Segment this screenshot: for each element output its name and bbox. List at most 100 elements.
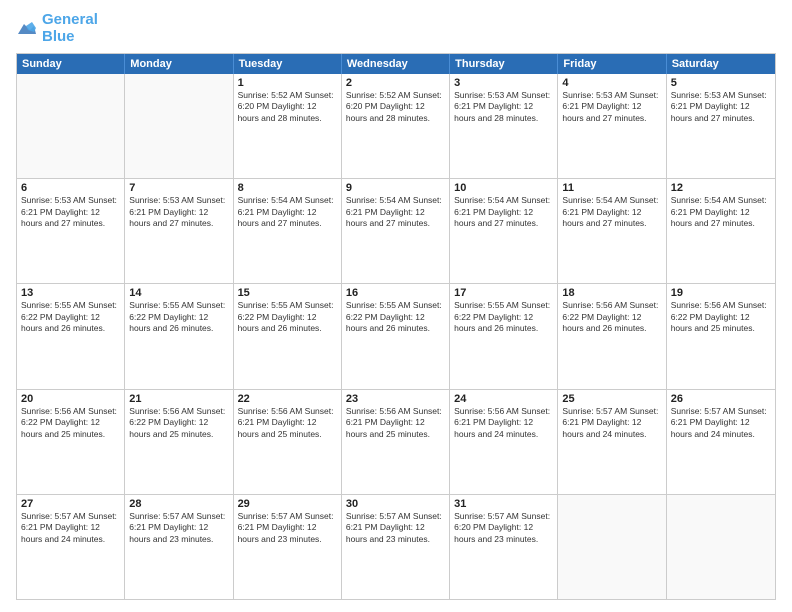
- day-info: Sunrise: 5:53 AM Sunset: 6:21 PM Dayligh…: [454, 90, 553, 124]
- day-number: 29: [238, 498, 337, 510]
- day-info: Sunrise: 5:55 AM Sunset: 6:22 PM Dayligh…: [21, 300, 120, 334]
- calendar-cell: 9Sunrise: 5:54 AM Sunset: 6:21 PM Daylig…: [342, 179, 450, 283]
- day-info: Sunrise: 5:52 AM Sunset: 6:20 PM Dayligh…: [346, 90, 445, 124]
- day-number: 28: [129, 498, 228, 510]
- calendar-cell: 14Sunrise: 5:55 AM Sunset: 6:22 PM Dayli…: [125, 284, 233, 388]
- day-info: Sunrise: 5:53 AM Sunset: 6:21 PM Dayligh…: [671, 90, 771, 124]
- day-number: 26: [671, 393, 771, 405]
- calendar-cell: 15Sunrise: 5:55 AM Sunset: 6:22 PM Dayli…: [234, 284, 342, 388]
- calendar-cell: 6Sunrise: 5:53 AM Sunset: 6:21 PM Daylig…: [17, 179, 125, 283]
- day-number: 17: [454, 287, 553, 299]
- calendar-cell: 30Sunrise: 5:57 AM Sunset: 6:21 PM Dayli…: [342, 495, 450, 599]
- day-number: 31: [454, 498, 553, 510]
- calendar-week-1: 1Sunrise: 5:52 AM Sunset: 6:20 PM Daylig…: [17, 74, 775, 178]
- day-info: Sunrise: 5:54 AM Sunset: 6:21 PM Dayligh…: [346, 195, 445, 229]
- day-info: Sunrise: 5:57 AM Sunset: 6:21 PM Dayligh…: [238, 511, 337, 545]
- calendar-cell: 18Sunrise: 5:56 AM Sunset: 6:22 PM Dayli…: [558, 284, 666, 388]
- calendar-cell: 17Sunrise: 5:55 AM Sunset: 6:22 PM Dayli…: [450, 284, 558, 388]
- calendar-week-4: 20Sunrise: 5:56 AM Sunset: 6:22 PM Dayli…: [17, 389, 775, 494]
- day-info: Sunrise: 5:53 AM Sunset: 6:21 PM Dayligh…: [562, 90, 661, 124]
- day-info: Sunrise: 5:56 AM Sunset: 6:22 PM Dayligh…: [21, 406, 120, 440]
- calendar-cell: 16Sunrise: 5:55 AM Sunset: 6:22 PM Dayli…: [342, 284, 450, 388]
- calendar-week-2: 6Sunrise: 5:53 AM Sunset: 6:21 PM Daylig…: [17, 178, 775, 283]
- day-number: 30: [346, 498, 445, 510]
- day-info: Sunrise: 5:56 AM Sunset: 6:22 PM Dayligh…: [129, 406, 228, 440]
- day-number: 18: [562, 287, 661, 299]
- day-number: 23: [346, 393, 445, 405]
- header-day-monday: Monday: [125, 54, 233, 74]
- calendar-cell: 13Sunrise: 5:55 AM Sunset: 6:22 PM Dayli…: [17, 284, 125, 388]
- day-info: Sunrise: 5:55 AM Sunset: 6:22 PM Dayligh…: [454, 300, 553, 334]
- calendar-week-5: 27Sunrise: 5:57 AM Sunset: 6:21 PM Dayli…: [17, 494, 775, 599]
- page-header: GeneralBlue: [16, 12, 776, 45]
- day-number: 10: [454, 182, 553, 194]
- day-info: Sunrise: 5:53 AM Sunset: 6:21 PM Dayligh…: [129, 195, 228, 229]
- day-number: 22: [238, 393, 337, 405]
- header-day-friday: Friday: [558, 54, 666, 74]
- day-info: Sunrise: 5:55 AM Sunset: 6:22 PM Dayligh…: [346, 300, 445, 334]
- day-number: 11: [562, 182, 661, 194]
- day-info: Sunrise: 5:56 AM Sunset: 6:22 PM Dayligh…: [562, 300, 661, 334]
- day-info: Sunrise: 5:54 AM Sunset: 6:21 PM Dayligh…: [238, 195, 337, 229]
- logo-icon: [16, 20, 38, 38]
- day-number: 21: [129, 393, 228, 405]
- header-day-saturday: Saturday: [667, 54, 775, 74]
- calendar-cell: 24Sunrise: 5:56 AM Sunset: 6:21 PM Dayli…: [450, 390, 558, 494]
- day-number: 7: [129, 182, 228, 194]
- day-number: 2: [346, 77, 445, 89]
- day-info: Sunrise: 5:56 AM Sunset: 6:21 PM Dayligh…: [454, 406, 553, 440]
- calendar-cell: [17, 74, 125, 178]
- calendar-cell: 28Sunrise: 5:57 AM Sunset: 6:21 PM Dayli…: [125, 495, 233, 599]
- calendar-cell: [125, 74, 233, 178]
- day-info: Sunrise: 5:56 AM Sunset: 6:21 PM Dayligh…: [346, 406, 445, 440]
- day-number: 9: [346, 182, 445, 194]
- day-info: Sunrise: 5:57 AM Sunset: 6:21 PM Dayligh…: [346, 511, 445, 545]
- day-info: Sunrise: 5:56 AM Sunset: 6:21 PM Dayligh…: [238, 406, 337, 440]
- day-number: 25: [562, 393, 661, 405]
- day-info: Sunrise: 5:57 AM Sunset: 6:21 PM Dayligh…: [671, 406, 771, 440]
- day-number: 13: [21, 287, 120, 299]
- calendar: SundayMondayTuesdayWednesdayThursdayFrid…: [16, 53, 776, 600]
- day-info: Sunrise: 5:52 AM Sunset: 6:20 PM Dayligh…: [238, 90, 337, 124]
- day-number: 6: [21, 182, 120, 194]
- day-info: Sunrise: 5:57 AM Sunset: 6:20 PM Dayligh…: [454, 511, 553, 545]
- calendar-cell: 25Sunrise: 5:57 AM Sunset: 6:21 PM Dayli…: [558, 390, 666, 494]
- logo: GeneralBlue: [16, 12, 98, 45]
- day-info: Sunrise: 5:56 AM Sunset: 6:22 PM Dayligh…: [671, 300, 771, 334]
- calendar-header: SundayMondayTuesdayWednesdayThursdayFrid…: [17, 54, 775, 74]
- day-number: 12: [671, 182, 771, 194]
- calendar-cell: 31Sunrise: 5:57 AM Sunset: 6:20 PM Dayli…: [450, 495, 558, 599]
- calendar-cell: 27Sunrise: 5:57 AM Sunset: 6:21 PM Dayli…: [17, 495, 125, 599]
- day-number: 15: [238, 287, 337, 299]
- day-info: Sunrise: 5:53 AM Sunset: 6:21 PM Dayligh…: [21, 195, 120, 229]
- day-info: Sunrise: 5:57 AM Sunset: 6:21 PM Dayligh…: [21, 511, 120, 545]
- calendar-cell: 7Sunrise: 5:53 AM Sunset: 6:21 PM Daylig…: [125, 179, 233, 283]
- day-number: 16: [346, 287, 445, 299]
- day-number: 1: [238, 77, 337, 89]
- calendar-cell: 2Sunrise: 5:52 AM Sunset: 6:20 PM Daylig…: [342, 74, 450, 178]
- header-day-thursday: Thursday: [450, 54, 558, 74]
- calendar-body: 1Sunrise: 5:52 AM Sunset: 6:20 PM Daylig…: [17, 74, 775, 599]
- calendar-cell: 11Sunrise: 5:54 AM Sunset: 6:21 PM Dayli…: [558, 179, 666, 283]
- calendar-cell: 1Sunrise: 5:52 AM Sunset: 6:20 PM Daylig…: [234, 74, 342, 178]
- calendar-cell: 8Sunrise: 5:54 AM Sunset: 6:21 PM Daylig…: [234, 179, 342, 283]
- header-day-wednesday: Wednesday: [342, 54, 450, 74]
- day-number: 8: [238, 182, 337, 194]
- calendar-cell: 3Sunrise: 5:53 AM Sunset: 6:21 PM Daylig…: [450, 74, 558, 178]
- calendar-cell: 26Sunrise: 5:57 AM Sunset: 6:21 PM Dayli…: [667, 390, 775, 494]
- day-info: Sunrise: 5:55 AM Sunset: 6:22 PM Dayligh…: [238, 300, 337, 334]
- calendar-cell: 29Sunrise: 5:57 AM Sunset: 6:21 PM Dayli…: [234, 495, 342, 599]
- day-info: Sunrise: 5:55 AM Sunset: 6:22 PM Dayligh…: [129, 300, 228, 334]
- calendar-cell: 4Sunrise: 5:53 AM Sunset: 6:21 PM Daylig…: [558, 74, 666, 178]
- calendar-cell: 20Sunrise: 5:56 AM Sunset: 6:22 PM Dayli…: [17, 390, 125, 494]
- calendar-week-3: 13Sunrise: 5:55 AM Sunset: 6:22 PM Dayli…: [17, 283, 775, 388]
- calendar-cell: 5Sunrise: 5:53 AM Sunset: 6:21 PM Daylig…: [667, 74, 775, 178]
- day-info: Sunrise: 5:54 AM Sunset: 6:21 PM Dayligh…: [562, 195, 661, 229]
- logo-text: GeneralBlue: [42, 12, 98, 45]
- day-info: Sunrise: 5:57 AM Sunset: 6:21 PM Dayligh…: [562, 406, 661, 440]
- day-number: 14: [129, 287, 228, 299]
- header-day-tuesday: Tuesday: [234, 54, 342, 74]
- calendar-cell: 10Sunrise: 5:54 AM Sunset: 6:21 PM Dayli…: [450, 179, 558, 283]
- day-number: 4: [562, 77, 661, 89]
- day-info: Sunrise: 5:54 AM Sunset: 6:21 PM Dayligh…: [454, 195, 553, 229]
